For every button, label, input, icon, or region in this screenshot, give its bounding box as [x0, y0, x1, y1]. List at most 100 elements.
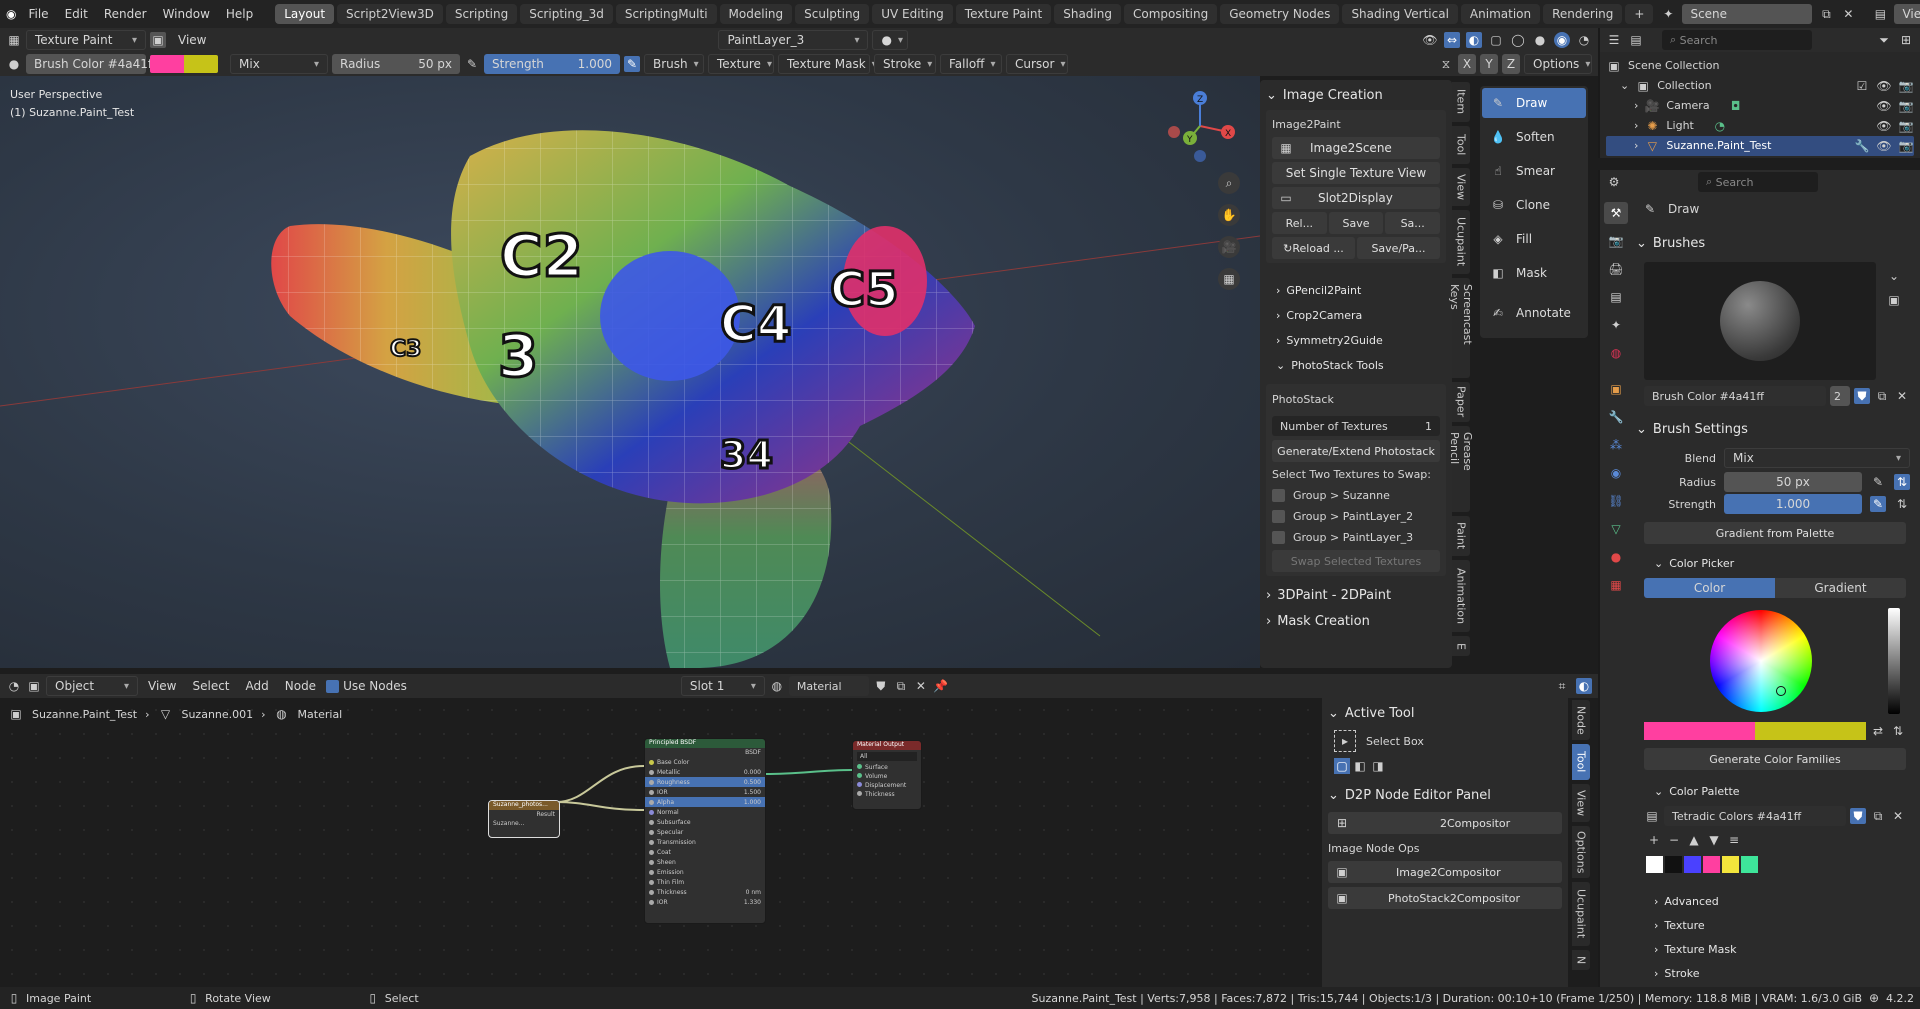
value-slider[interactable] [1888, 608, 1900, 714]
texture-header[interactable]: › Texture [1654, 914, 1705, 936]
scene-field[interactable]: Scene [1682, 4, 1813, 24]
modifier-tab-icon[interactable]: 🔧 [1604, 406, 1628, 428]
mode-extend-icon[interactable]: ◧ [1352, 758, 1368, 774]
number-of-textures-field[interactable]: Number of Textures 1 [1272, 416, 1440, 436]
tab-paper[interactable]: Paper [1452, 382, 1470, 422]
node-select-menu[interactable]: Select [186, 679, 235, 693]
bsdf-input-row[interactable]: Coat [645, 847, 765, 857]
camera-render-icon[interactable]: 📷 [1898, 98, 1914, 114]
camera-render-icon[interactable]: 📷 [1898, 118, 1914, 134]
shading-select[interactable]: ● [872, 30, 909, 50]
gizmo-icon[interactable]: ⇔ [1444, 32, 1460, 48]
stroke-menu[interactable]: Stroke [874, 54, 936, 74]
tab-shading-vertical[interactable]: Shading Vertical [1342, 4, 1458, 24]
d2p-panel-header[interactable]: ⌄ D2P Node Editor Panel [1328, 784, 1562, 806]
tool-soften[interactable]: 💧 Soften [1482, 122, 1586, 152]
brushes-header[interactable]: ⌄ Brushes [1636, 232, 1914, 254]
axis-x-toggle[interactable]: X [1458, 54, 1476, 74]
mode-select[interactable]: Texture Paint [26, 30, 146, 50]
select-box-row[interactable]: ▸ Select Box [1328, 730, 1562, 752]
pressure-icon[interactable]: ✎ [1870, 474, 1886, 490]
image2compositor-button[interactable]: ▣ Image2Compositor [1328, 861, 1562, 883]
display-mode-icon[interactable]: ▤ [1628, 32, 1644, 48]
tab-script2view3d[interactable]: Script2View3D [337, 4, 443, 24]
tab-uv-editing[interactable]: UV Editing [872, 4, 953, 24]
navigation-gizmo[interactable]: X Z Y [1160, 86, 1240, 166]
tab-ucupaint[interactable]: Ucupaint [1452, 210, 1470, 274]
tab-geometry-nodes[interactable]: Geometry Nodes [1220, 4, 1340, 24]
eye-icon[interactable]: 👁 [1876, 78, 1892, 94]
sort-icon[interactable]: ≡ [1726, 832, 1742, 848]
object-tab-icon[interactable]: ▣ [1604, 378, 1628, 400]
properties-editor-icon[interactable]: ⚙ [1606, 174, 1622, 190]
menu-file[interactable]: File [20, 7, 56, 21]
material-output-node[interactable]: Material Output All Surface Volume Displ… [852, 740, 922, 810]
outliner-search-input[interactable]: ⌕ Search [1662, 30, 1812, 50]
tab-animation[interactable]: Animation [1460, 4, 1541, 24]
tab-e[interactable]: E [1452, 636, 1470, 656]
material-slot-select[interactable]: Slot 1 [680, 676, 765, 696]
output-tab-icon[interactable]: 🖨 [1604, 258, 1628, 280]
cursor-menu[interactable]: Cursor [1006, 54, 1068, 74]
eye-icon[interactable]: 👁 [1876, 98, 1892, 114]
node-view-menu[interactable]: View [142, 679, 182, 693]
bsdf-input-row[interactable]: Emission [645, 867, 765, 877]
visibility-icon[interactable]: 👁 [1422, 32, 1438, 48]
view-menu[interactable]: View [170, 33, 214, 47]
tab-rendering[interactable]: Rendering [1543, 4, 1623, 24]
menu-render[interactable]: Render [96, 7, 155, 21]
options-menu[interactable]: Options [1524, 54, 1592, 74]
symmetry2guide-header[interactable]: › Symmetry2Guide [1266, 329, 1446, 351]
physics-tab-icon[interactable]: ◉ [1604, 462, 1628, 484]
bsdf-input-row[interactable]: Base Color [645, 757, 765, 767]
scene-collection-row[interactable]: ▣ Scene Collection [1606, 56, 1914, 76]
generate-photostack-button[interactable]: Generate/Extend Photostack [1272, 440, 1440, 462]
overlay-toggle-icon[interactable]: ◐ [1576, 678, 1592, 694]
bsdf-input-row[interactable]: Normal [645, 807, 765, 817]
tab-node[interactable]: Node [1572, 700, 1590, 740]
palette-color-black[interactable] [1665, 856, 1682, 873]
secondary-color-swatch[interactable] [184, 55, 218, 73]
mode-subtract-icon[interactable]: ◨ [1370, 758, 1386, 774]
duplicate-material-icon[interactable]: ⧉ [893, 678, 909, 694]
falloff-menu[interactable]: Falloff [940, 54, 1002, 74]
tab-modeling[interactable]: Modeling [719, 4, 793, 24]
paint2d-header[interactable]: › 3DPaint - 2DPaint [1266, 584, 1446, 606]
strength-pressure-icon[interactable]: ✎ [624, 56, 640, 72]
texture-mask-header[interactable]: › Texture Mask [1654, 938, 1737, 960]
texture-mask-menu[interactable]: Texture Mask [778, 54, 870, 74]
tab-paint[interactable]: Paint [1452, 516, 1470, 556]
tab-layout[interactable]: Layout [275, 4, 335, 24]
rendered-shading-icon[interactable]: ◔ [1576, 32, 1592, 48]
mask-creation-header[interactable]: › Mask Creation [1266, 610, 1446, 632]
menu-edit[interactable]: Edit [57, 7, 96, 21]
stroke-header[interactable]: › Stroke [1654, 962, 1699, 984]
scene-tab-icon[interactable]: ✦ [1604, 314, 1628, 336]
save-pack-button[interactable]: Save/Pa... [1357, 237, 1440, 259]
save-as-button[interactable]: Sa... [1385, 212, 1441, 234]
brush-image-icon[interactable]: ▣ [1886, 292, 1902, 308]
brush-preview[interactable] [1644, 262, 1876, 380]
unified-strength-icon[interactable]: ⇅ [1894, 496, 1910, 512]
node-node-menu[interactable]: Node [279, 679, 322, 693]
duplicate-scene-icon[interactable]: ⧉ [1818, 6, 1834, 22]
blend-dropdown[interactable]: Mix [1724, 448, 1910, 468]
menu-help[interactable]: Help [218, 7, 261, 21]
reload-image-button[interactable]: Rel... [1272, 212, 1327, 234]
tab-texture-paint[interactable]: Texture Paint [955, 4, 1052, 24]
tab-screencast-keys[interactable]: Screencast Keys [1448, 278, 1474, 378]
secondary-color-swatch[interactable] [1755, 722, 1866, 740]
tab-compositing[interactable]: Compositing [1123, 4, 1218, 24]
tab-tool[interactable]: Tool [1452, 126, 1470, 164]
pressure-icon[interactable]: ✎ [1870, 496, 1886, 512]
bsdf-input-row[interactable]: Sheen [645, 857, 765, 867]
gradient-tab[interactable]: Gradient [1775, 578, 1906, 598]
pin-icon[interactable]: 📌 [933, 678, 949, 694]
group-suzanne-checkbox[interactable]: Group > Suzanne [1272, 489, 1440, 502]
bsdf-input-row[interactable]: Transmission [645, 837, 765, 847]
generate-color-families-button[interactable]: Generate Color Families [1644, 748, 1906, 770]
texture-tab-icon[interactable]: ▦ [1604, 574, 1628, 596]
tab-n-node[interactable]: N [1572, 950, 1590, 970]
tab-tool-node[interactable]: Tool [1572, 744, 1590, 780]
strength-prop-field[interactable]: 1.000 [1724, 494, 1862, 514]
